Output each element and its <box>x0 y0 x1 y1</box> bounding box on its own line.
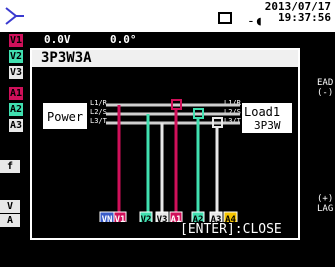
bg-fragment-plus: (+) <box>317 194 334 204</box>
time-text: 19:37:56 <box>278 11 331 24</box>
side-label-v: V <box>0 200 20 213</box>
terminal-label-vn: VN <box>102 215 113 222</box>
status-bar: -◖ 2013/07/17 19:37:56 <box>0 0 335 32</box>
load-label: Load1 <box>244 105 280 119</box>
line-label-l2-left: L2/S <box>90 108 107 116</box>
battery-icon <box>218 12 232 24</box>
side-label-a1: A1 <box>9 87 23 100</box>
power-label: Power <box>47 110 83 124</box>
terminal-label-a1: A1 <box>171 215 182 222</box>
terminal-label-v3: V3 <box>157 215 168 222</box>
bg-fragment-ead: EAD <box>317 78 334 88</box>
side-label-a: A <box>0 214 20 227</box>
side-label-a3: A3 <box>9 119 23 132</box>
waveform-icon <box>5 7 24 25</box>
dialog-title: 3P3W3A <box>32 50 298 67</box>
terminal-label-v2: V2 <box>141 215 152 222</box>
bg-fragment-lag: LAG <box>317 204 334 214</box>
wiring-diagram: Power Load1 3P3W L1/R L2/S L3/T L1/R L2/… <box>43 99 292 222</box>
side-label-v3: V3 <box>9 66 23 79</box>
reading-partial-2: 0.0° <box>110 33 137 46</box>
line-label-l3-left: L3/T <box>90 117 108 125</box>
reading-partial-1: 0.0V <box>44 33 71 46</box>
side-label-v2: V2 <box>9 50 23 63</box>
datetime: 2013/07/17 19:37:56 <box>265 1 331 23</box>
wiring-dialog: 3P3W3A Power Load1 3P3W L1/R L2/S L3/T L… <box>30 48 300 240</box>
terminal-label-v1: V1 <box>115 215 126 222</box>
instrument-screen: -◖ 2013/07/17 19:37:56 V1 V2 V3 A1 A2 A3… <box>0 0 335 267</box>
terminal-label-a2: A2 <box>193 215 204 222</box>
terminal-label-a3: A3 <box>211 215 222 222</box>
side-label-v1: V1 <box>9 34 23 47</box>
close-hint[interactable]: [ENTER]:CLOSE <box>180 222 282 237</box>
terminal-label-a4: A4 <box>225 215 236 222</box>
load-sub-label: 3P3W <box>254 119 281 132</box>
ac-plug-icon: -◖ <box>247 14 263 29</box>
side-label-f: f <box>0 160 20 173</box>
side-label-a2: A2 <box>9 103 23 116</box>
line-label-l1-left: L1/R <box>90 99 108 107</box>
bg-fragment-minus: (-) <box>317 88 334 98</box>
